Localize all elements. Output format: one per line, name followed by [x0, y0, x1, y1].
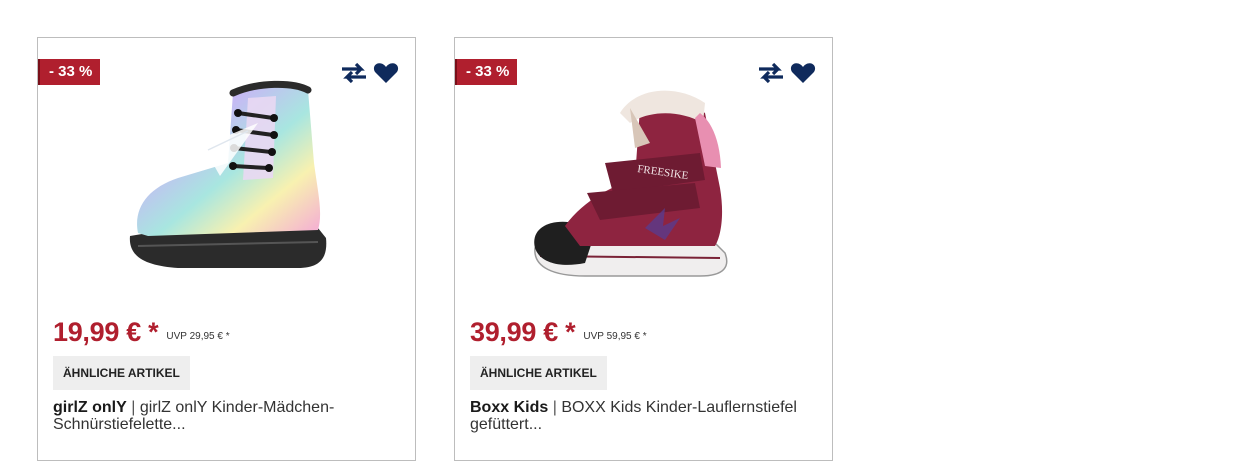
product-brand: Boxx Kids [470, 399, 549, 416]
product-brand: girlZ onlY [53, 399, 127, 416]
wishlist-button[interactable] [790, 60, 816, 86]
card-actions [758, 60, 816, 86]
product-title-link[interactable]: girlZ onlY | girlZ onlY Kinder-Mädchen- … [53, 399, 393, 433]
similar-items-button[interactable]: ÄHNLICHE ARTIKEL [53, 356, 190, 390]
similar-items-button[interactable]: ÄHNLICHE ARTIKEL [470, 356, 607, 390]
product-card[interactable]: - 33 % [454, 37, 833, 461]
product-name-line1: BOXX Kids Kinder-Lauflernstiefel [561, 399, 797, 416]
price-row: 19,99 € * UVP 29,95 € * [53, 316, 230, 348]
product-name-line2: Schnürstiefelette... [53, 416, 186, 433]
discount-badge: - 33 % [38, 59, 101, 85]
uvp-price: UVP 29,95 € * [166, 331, 230, 342]
sale-price: 39,99 € * [470, 317, 576, 347]
title-separator: | [552, 399, 557, 416]
heart-icon [373, 63, 399, 83]
product-title-link[interactable]: Boxx Kids | BOXX Kids Kinder-Lauflernsti… [470, 399, 810, 433]
heart-icon [790, 63, 816, 83]
sale-price: 19,99 € * [53, 317, 159, 347]
title-separator: | [131, 399, 136, 416]
product-image[interactable]: FREESIKE [525, 68, 765, 283]
discount-badge: - 33 % [455, 59, 518, 85]
uvp-price: UVP 59,95 € * [583, 331, 647, 342]
product-name-line2: gefüttert... [470, 416, 543, 433]
card-actions [341, 60, 399, 86]
product-image[interactable] [108, 68, 348, 283]
price-row: 39,99 € * UVP 59,95 € * [470, 316, 647, 348]
product-name-line1: girlZ onlY Kinder-Mädchen- [139, 399, 335, 416]
product-grid: - 33 % 19,99 € * UVP 29,95 € * ÄHNLICHE … [0, 0, 1250, 462]
wishlist-button[interactable] [373, 60, 399, 86]
product-card[interactable]: - 33 % [37, 37, 416, 461]
